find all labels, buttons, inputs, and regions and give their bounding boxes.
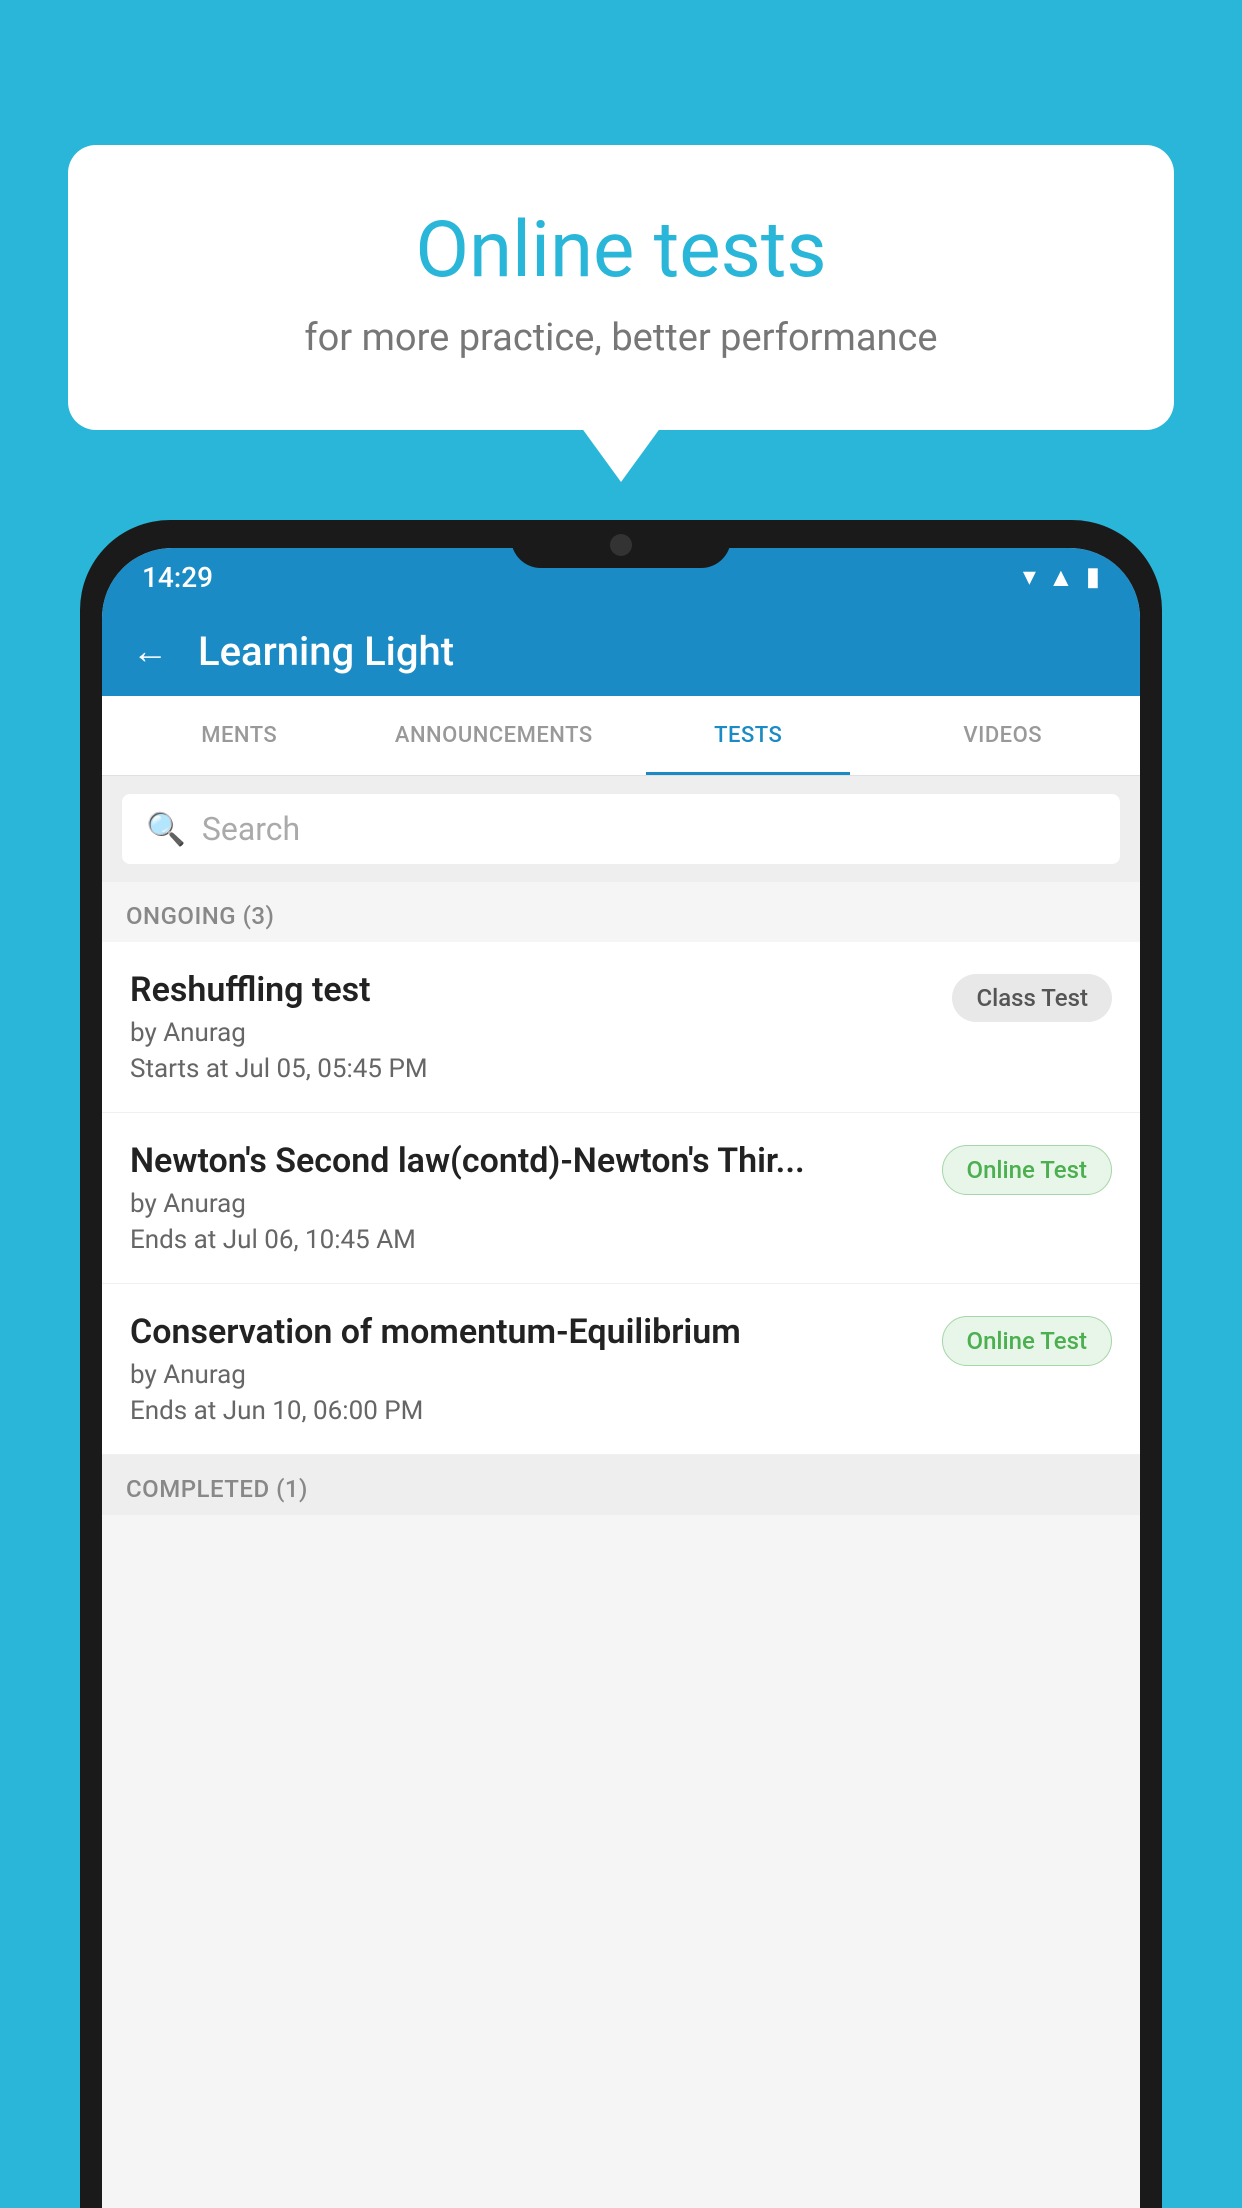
test-author-conservation: by Anurag <box>130 1360 922 1390</box>
camera-dot <box>610 534 632 556</box>
search-bar[interactable]: 🔍 Search <box>122 794 1120 864</box>
tab-tests[interactable]: TESTS <box>621 696 876 775</box>
test-item-reshuffling[interactable]: Reshuffling test by Anurag Starts at Jul… <box>102 942 1140 1113</box>
tab-videos[interactable]: VIDEOS <box>876 696 1131 775</box>
section-ongoing-header: ONGOING (3) <box>102 882 1140 942</box>
phone-screen: 14:29 ▾ ▲ ▮ ← Learning Light MENTS ANNOU… <box>102 548 1140 2208</box>
bubble-title: Online tests <box>148 205 1094 296</box>
wifi-icon: ▾ <box>1023 562 1036 592</box>
badge-class-test-reshuffling: Class Test <box>952 974 1112 1022</box>
battery-icon: ▮ <box>1086 562 1100 592</box>
test-date-newton: Ends at Jul 06, 10:45 AM <box>130 1225 922 1255</box>
tabs-bar: MENTS ANNOUNCEMENTS TESTS VIDEOS <box>102 696 1140 776</box>
test-item-conservation[interactable]: Conservation of momentum-Equilibrium by … <box>102 1284 1140 1455</box>
tab-announcements[interactable]: ANNOUNCEMENTS <box>367 696 622 775</box>
test-author-newton: by Anurag <box>130 1189 922 1219</box>
test-name-newton: Newton's Second law(contd)-Newton's Thir… <box>130 1141 922 1181</box>
test-name-conservation: Conservation of momentum-Equilibrium <box>130 1312 922 1352</box>
tab-ments[interactable]: MENTS <box>112 696 367 775</box>
test-info-newton: Newton's Second law(contd)-Newton's Thir… <box>130 1141 942 1255</box>
test-date-conservation: Ends at Jun 10, 06:00 PM <box>130 1396 922 1426</box>
search-placeholder: Search <box>202 810 300 848</box>
status-time: 14:29 <box>142 561 213 594</box>
status-icons: ▾ ▲ ▮ <box>1023 562 1100 593</box>
test-info-reshuffling: Reshuffling test by Anurag Starts at Jul… <box>130 970 952 1084</box>
speech-bubble: Online tests for more practice, better p… <box>68 145 1174 430</box>
search-bar-container: 🔍 Search <box>102 776 1140 882</box>
app-title: Learning Light <box>198 628 454 675</box>
back-button[interactable]: ← <box>132 630 168 672</box>
test-name-reshuffling: Reshuffling test <box>130 970 932 1010</box>
phone-notch <box>511 520 731 568</box>
section-completed-header: COMPLETED (1) <box>102 1455 1140 1515</box>
phone-frame: 14:29 ▾ ▲ ▮ ← Learning Light MENTS ANNOU… <box>80 520 1162 2208</box>
app-header: ← Learning Light <box>102 606 1140 696</box>
test-author-reshuffling: by Anurag <box>130 1018 932 1048</box>
test-item-newton[interactable]: Newton's Second law(contd)-Newton's Thir… <box>102 1113 1140 1284</box>
bubble-subtitle: for more practice, better performance <box>148 316 1094 360</box>
test-date-reshuffling: Starts at Jul 05, 05:45 PM <box>130 1054 932 1084</box>
search-icon: 🔍 <box>146 810 186 848</box>
signal-icon: ▲ <box>1048 562 1074 593</box>
badge-online-test-conservation: Online Test <box>942 1316 1112 1366</box>
badge-online-test-newton: Online Test <box>942 1145 1112 1195</box>
test-info-conservation: Conservation of momentum-Equilibrium by … <box>130 1312 942 1426</box>
